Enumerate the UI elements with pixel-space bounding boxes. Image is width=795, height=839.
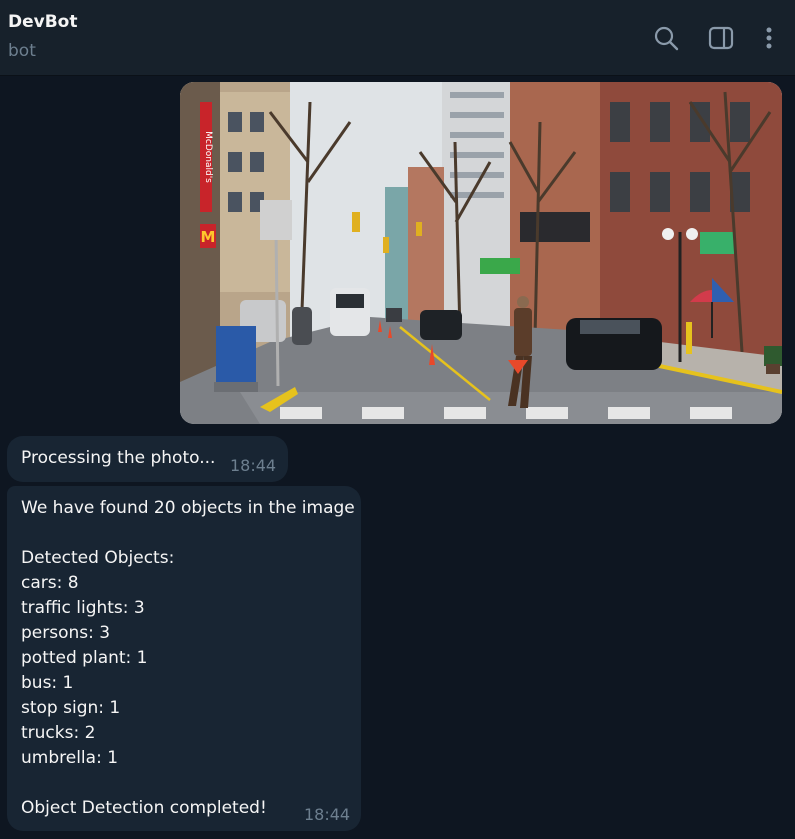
processing-text: Processing the photo... xyxy=(21,448,216,468)
street-photo[interactable]: McDonald's M xyxy=(180,82,782,424)
result-summary: We have found 20 objects in the image xyxy=(21,498,355,518)
detection-result-message: We have found 20 objects in the image De… xyxy=(7,486,361,831)
search-icon[interactable] xyxy=(653,25,679,51)
result-timestamp: 18:44 xyxy=(304,805,351,824)
object-count-item: bus: 1 xyxy=(21,673,74,693)
chat-title[interactable]: DevBot xyxy=(8,12,78,32)
svg-text:M: M xyxy=(201,228,216,246)
object-count-item: umbrella: 1 xyxy=(21,748,119,768)
result-heading: Detected Objects: xyxy=(21,548,175,568)
chat-header: DevBot bot xyxy=(0,0,795,76)
object-count-item: trucks: 2 xyxy=(21,723,96,743)
more-vertical-icon[interactable] xyxy=(756,25,782,51)
object-count-item: persons: 3 xyxy=(21,623,111,643)
mcdonalds-sign: McDonald's xyxy=(203,131,213,183)
processing-timestamp: 18:44 xyxy=(230,456,277,475)
object-count-item: potted plant: 1 xyxy=(21,648,148,668)
object-count-item: traffic lights: 3 xyxy=(21,598,145,618)
result-footer: Object Detection completed! xyxy=(21,798,267,818)
object-count-item: cars: 8 xyxy=(21,573,79,593)
object-count-item: stop sign: 1 xyxy=(21,698,121,718)
chat-subtitle: bot xyxy=(8,41,36,61)
sidebar-toggle-icon[interactable] xyxy=(708,25,734,51)
